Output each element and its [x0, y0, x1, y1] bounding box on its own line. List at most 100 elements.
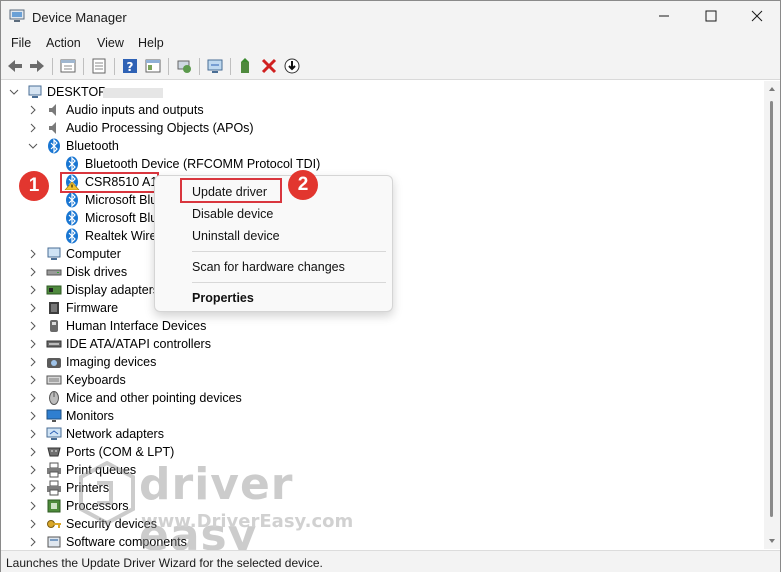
scroll-thumb[interactable] [770, 101, 773, 517]
display-adapter-icon [46, 285, 62, 295]
chevron-right-icon[interactable] [28, 537, 38, 547]
chevron-right-icon[interactable] [28, 303, 38, 313]
chevron-right-icon[interactable] [28, 519, 38, 529]
uninstall-red-x-icon[interactable] [260, 57, 278, 75]
scan-hardware-icon[interactable] [206, 57, 224, 75]
tree-item-label: Monitors [66, 409, 114, 423]
tree-root-label: DESKTOP- [47, 85, 111, 99]
chevron-right-icon[interactable] [28, 465, 38, 475]
chevron-right-icon[interactable] [28, 375, 38, 385]
device-manager-app-icon [9, 9, 25, 22]
chevron-right-icon[interactable] [28, 411, 38, 421]
add-driver-icon[interactable] [237, 57, 255, 75]
forward-arrow-icon[interactable] [28, 57, 46, 75]
update-driver-down-arrow-icon[interactable] [283, 57, 301, 75]
tree-item-label: Disk drives [66, 265, 128, 279]
properties-sheet-icon[interactable] [59, 57, 77, 75]
tree-item[interactable]: Software components [1, 533, 761, 549]
tree-item-label: Keyboards [66, 373, 126, 387]
tree-item[interactable]: Human Interface Devices [1, 317, 761, 335]
tree-item-bluetooth[interactable]: Bluetooth [1, 137, 761, 155]
menu-item-properties[interactable]: Properties [192, 291, 254, 305]
device-tree: DESKTOP- Audio inputs and outputs Audio … [1, 81, 764, 549]
tree-item[interactable]: Ports (COM & LPT) [1, 443, 761, 461]
chevron-right-icon[interactable] [28, 429, 38, 439]
tree-item[interactable]: Keyboards [1, 371, 761, 389]
chevron-right-icon[interactable] [28, 249, 38, 259]
status-text: Launches the Update Driver Wizard for th… [6, 556, 323, 570]
ide-controller-icon [46, 340, 62, 348]
tree-item[interactable]: Printers [1, 479, 761, 497]
back-arrow-icon[interactable] [6, 57, 24, 75]
toolbar-separator [230, 58, 231, 75]
tree-child-item[interactable]: Bluetooth Device (RFCOMM Protocol TDI) [1, 155, 761, 173]
chevron-right-icon[interactable] [28, 501, 38, 511]
chevron-right-icon[interactable] [28, 267, 38, 277]
menu-help[interactable]: Help [138, 36, 164, 50]
tree-item[interactable]: Mice and other pointing devices [1, 389, 761, 407]
maximize-button[interactable] [688, 1, 734, 31]
tree-item[interactable]: Network adapters [1, 425, 761, 443]
tree-item-label: Bluetooth [66, 139, 119, 153]
network-adapter-icon [46, 427, 62, 440]
tree-item[interactable]: Audio Processing Objects (APOs) [1, 119, 761, 137]
scroll-up-arrow-icon[interactable] [769, 87, 775, 91]
tree-item-label: Audio inputs and outputs [66, 103, 204, 117]
tree-item[interactable]: Print queues [1, 461, 761, 479]
chevron-down-icon[interactable] [9, 87, 19, 97]
bluetooth-icon [66, 210, 78, 226]
scroll-down-arrow-icon[interactable] [769, 539, 775, 543]
redacted-hostname [103, 88, 163, 98]
chevron-right-icon[interactable] [28, 357, 38, 367]
chevron-down-icon[interactable] [28, 141, 38, 151]
tree-item[interactable]: Processors [1, 497, 761, 515]
device-manager-window: Device Manager File Action View Help ? D… [0, 0, 781, 572]
tree-item-label: Audio Processing Objects (APOs) [66, 121, 254, 135]
chevron-right-icon[interactable] [28, 447, 38, 457]
printer-icon [47, 462, 61, 478]
printer-icon [47, 480, 61, 496]
tree-item-label: Printers [66, 481, 110, 495]
tree-item-label: Ports (COM & LPT) [66, 445, 175, 459]
tree-root[interactable]: DESKTOP- [1, 83, 761, 101]
chevron-right-icon[interactable] [28, 483, 38, 493]
tree-item[interactable]: Imaging devices [1, 353, 761, 371]
minimize-icon [659, 15, 669, 17]
computer-management-icon[interactable] [175, 57, 193, 75]
tree-item[interactable]: Security devices [1, 515, 761, 533]
close-button[interactable] [734, 1, 780, 31]
chevron-right-icon[interactable] [28, 393, 38, 403]
view-details-icon[interactable] [144, 57, 162, 75]
vertical-scrollbar[interactable] [764, 81, 780, 549]
menu-item-disable-device[interactable]: Disable device [192, 207, 273, 221]
tree-item[interactable]: Monitors [1, 407, 761, 425]
title-bar[interactable]: Device Manager [1, 1, 780, 33]
chevron-right-icon[interactable] [28, 123, 38, 133]
security-key-icon [47, 520, 61, 528]
speaker-icon [49, 104, 56, 116]
toolbar: ? [1, 53, 780, 80]
menu-item-uninstall-device[interactable]: Uninstall device [192, 229, 280, 243]
menu-view[interactable]: View [97, 36, 124, 50]
menu-item-scan-hardware[interactable]: Scan for hardware changes [192, 260, 345, 274]
chevron-right-icon[interactable] [28, 321, 38, 331]
tree-item[interactable]: Audio inputs and outputs [1, 101, 761, 119]
minimize-button[interactable] [641, 1, 687, 31]
menu-action[interactable]: Action [46, 36, 81, 50]
show-hide-console-icon[interactable] [90, 57, 108, 75]
chevron-right-icon[interactable] [28, 285, 38, 295]
bluetooth-icon [48, 138, 60, 154]
tree-item-label: Microsoft Blu [85, 193, 158, 207]
toolbar-separator [52, 58, 53, 75]
menu-file[interactable]: File [11, 36, 31, 50]
chevron-right-icon[interactable] [28, 339, 38, 349]
toolbar-separator [168, 58, 169, 75]
help-icon[interactable]: ? [121, 57, 139, 75]
port-icon [47, 447, 61, 457]
tree-item[interactable]: IDE ATA/ATAPI controllers [1, 335, 761, 353]
tree-item-label: Human Interface Devices [66, 319, 207, 333]
step-2-badge: 2 [288, 170, 318, 200]
tree-item-label: Microsoft Blu [85, 211, 158, 225]
chevron-right-icon[interactable] [28, 105, 38, 115]
selected-device-highlight [60, 172, 159, 193]
